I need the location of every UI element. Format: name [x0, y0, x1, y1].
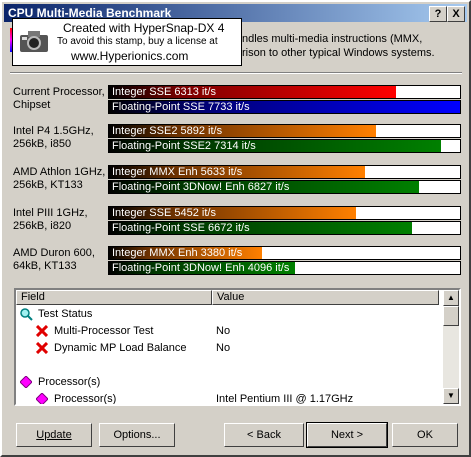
ok-button[interactable]: OK: [392, 423, 458, 447]
bar-track: Integer SSE2 5892 it/s: [108, 124, 461, 138]
next-button[interactable]: Next >: [306, 422, 388, 448]
scroll-thumb[interactable]: [443, 306, 459, 326]
separator-top: [10, 72, 462, 74]
bar-label: Floating-Point 3DNow! Enh 6827 it/s: [112, 181, 290, 193]
bar-track: Integer MMX Enh 5633 it/s: [108, 165, 461, 179]
description-line-1: ndles multi-media instructions (MMX,: [242, 33, 423, 45]
scroll-up-button[interactable]: ▲: [443, 290, 459, 306]
list-item[interactable]: Multi-Processor Test No: [16, 323, 439, 339]
bar-label: Integer MMX Enh 5633 it/s: [112, 166, 243, 178]
list-item-field: Test Status: [38, 308, 93, 320]
options-button[interactable]: Options...: [99, 423, 175, 447]
bar-label: Integer SSE2 5892 it/s: [112, 125, 223, 137]
bar-track: Floating-Point SSE 7733 it/s: [108, 100, 461, 114]
list-item-field: Processor(s): [38, 376, 101, 388]
list-scrollbar[interactable]: ▲ ▼: [443, 290, 459, 404]
column-header-value[interactable]: Value: [212, 290, 439, 305]
list-item-field: Multi-Processor Test: [54, 325, 154, 337]
bar-label: Integer SSE 5452 it/s: [112, 207, 216, 219]
bar-track: Floating-Point SSE 6672 it/s: [108, 221, 461, 235]
list-item[interactable]: [16, 357, 439, 373]
bar-label: Integer MMX Enh 3380 it/s: [112, 247, 243, 259]
bar-label: Floating-Point 3DNow! Enh 4096 it/s: [112, 262, 290, 274]
list-item-field: Dynamic MP Load Balance: [54, 342, 187, 354]
list-item[interactable]: Test Status: [16, 306, 439, 322]
stamp-line-2: To avoid this stamp, buy a license at: [57, 36, 218, 47]
camera-icon: [20, 31, 48, 52]
row-label: Intel PIII 1GHz, 256kB, i820: [13, 207, 108, 233]
row-label-line-2: 256kB, KT133: [13, 179, 83, 191]
bar-label: Floating-Point SSE 7733 it/s: [112, 101, 250, 113]
list-item[interactable]: Dynamic MP Load Balance No: [16, 340, 439, 356]
bar-label: Integer SSE 6313 it/s: [112, 86, 216, 98]
row-label-line-2: 256kB, i850: [13, 138, 72, 150]
row-label: Current Processor, Chipset: [13, 86, 108, 112]
next-label: Next >: [330, 429, 364, 441]
bar-track: Floating-Point 3DNow! Enh 4096 it/s: [108, 261, 461, 275]
bar-label: Floating-Point SSE 6672 it/s: [112, 222, 250, 234]
bar-track: Integer SSE 6313 it/s: [108, 85, 461, 99]
back-button[interactable]: < Back: [224, 423, 304, 447]
row-label: AMD Duron 600, 64kB, KT133: [13, 247, 108, 273]
row-label-line-2: Chipset: [13, 99, 51, 111]
row-label-line-2: 64kB, KT133: [13, 260, 77, 272]
description-line-2: rison to other typical Windows systems.: [242, 47, 435, 59]
update-button[interactable]: Update: [16, 423, 92, 447]
options-label: Options...: [113, 429, 161, 441]
bar-track: Floating-Point SSE2 7314 it/s: [108, 139, 461, 153]
row-label-line-1: Current Processor,: [13, 86, 105, 98]
column-header-field[interactable]: Field: [16, 290, 212, 305]
row-label-line-1: Intel P4 1.5GHz,: [13, 125, 94, 137]
bar-track: Integer SSE 5452 it/s: [108, 206, 461, 220]
list-item[interactable]: Processor(s): [16, 374, 439, 390]
close-button[interactable]: X: [447, 6, 465, 22]
list-item-value: No: [216, 325, 231, 337]
row-label: Intel P4 1.5GHz, 256kB, i850: [13, 125, 108, 151]
row-label-line-1: AMD Athlon 1GHz,: [13, 166, 106, 178]
hypersnap-stamp: Created with HyperSnap-DX 4 To avoid thi…: [12, 18, 242, 66]
description-text: ndles multi-media instructions (MMX, ris…: [242, 32, 462, 60]
update-label: Update: [36, 429, 72, 441]
scroll-down-button[interactable]: ▼: [443, 388, 459, 404]
list-item-value: Intel Pentium III @ 1.17GHz: [216, 393, 354, 405]
row-label-line-1: AMD Duron 600,: [13, 247, 95, 259]
help-button[interactable]: ?: [429, 6, 447, 22]
ok-label: OK: [417, 429, 433, 441]
benchmark-window: CPU Multi-Media Benchmark ? X Created wi…: [0, 0, 471, 457]
bar-track: Floating-Point 3DNow! Enh 6827 it/s: [108, 180, 461, 194]
stamp-line-1: Created with HyperSnap-DX 4: [63, 21, 225, 35]
list-item-value: No: [216, 342, 231, 354]
list-item[interactable]: Processor(s) Intel Pentium III @ 1.17GHz: [16, 391, 439, 405]
row-label-line-1: Intel PIII 1GHz,: [13, 207, 88, 219]
bar-track: Integer MMX Enh 3380 it/s: [108, 246, 461, 260]
bar-label: Floating-Point SSE2 7314 it/s: [112, 140, 256, 152]
stamp-line-3: www.Hyperionics.com: [71, 49, 189, 63]
details-list[interactable]: Field Value Test Status Multi-Processor T…: [14, 288, 461, 406]
row-label: AMD Athlon 1GHz, 256kB, KT133: [13, 166, 108, 192]
back-label: < Back: [247, 429, 281, 441]
list-item-field: Processor(s): [54, 393, 117, 405]
diamond-icon: [35, 392, 49, 404]
row-label-line-2: 256kB, i820: [13, 220, 72, 232]
